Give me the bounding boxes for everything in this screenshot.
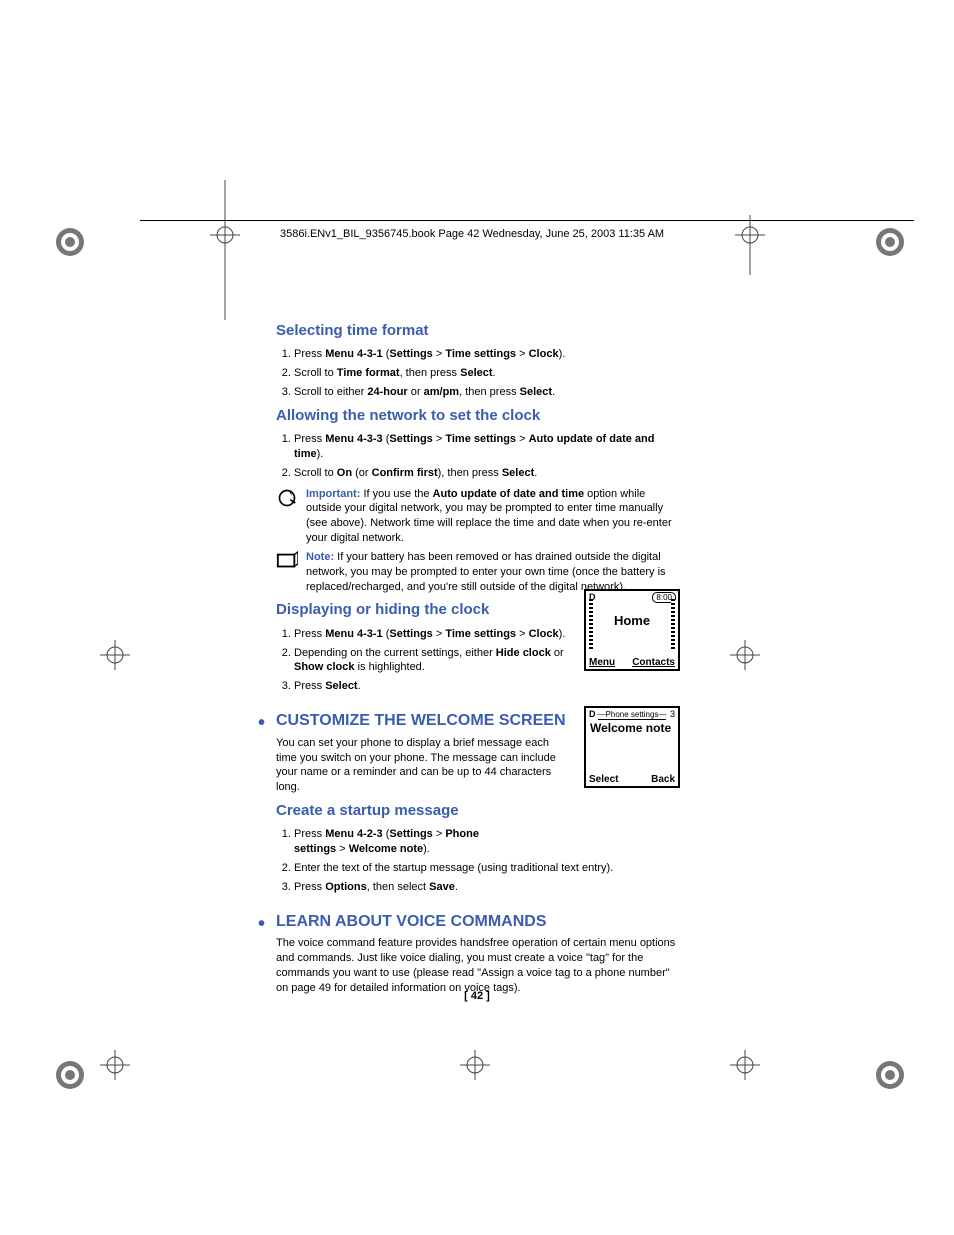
list-item: Scroll to either 24-hour or am/pm, then …: [294, 385, 682, 400]
heading-allowing-network: Allowing the network to set the clock: [276, 406, 682, 426]
heading-selecting-time-format: Selecting time format: [276, 321, 682, 341]
registration-mark-icon: [870, 1055, 910, 1095]
fig-softkey-menu: Menu: [589, 657, 615, 668]
phone-figure-welcome-note: D —Phone settings— 3 Welcome note Select…: [584, 706, 680, 788]
note-icon: [276, 551, 298, 571]
important-label: Important:: [306, 488, 360, 500]
list-item: Press Menu 4-3-1 (Settings > Time settin…: [294, 347, 682, 362]
phone-figure-home-screen: D 8:00 Home Menu Contacts: [584, 589, 680, 671]
crosshair-icon: [100, 1050, 130, 1080]
important-block: Important: If you use the Auto update of…: [276, 487, 682, 546]
list-item: Press Menu 4-2-3 (Settings > Phone setti…: [294, 827, 524, 857]
registration-mark-icon: [870, 222, 910, 262]
heading-voice-commands: LEARN ABOUT VOICE COMMANDS: [276, 911, 682, 933]
fig-softkey-back: Back: [651, 774, 675, 785]
list-item: Scroll to On (or Confirm first), then pr…: [294, 466, 682, 481]
crosshair-icon: [460, 1050, 490, 1080]
note-label: Note:: [306, 551, 334, 563]
crosshair-icon: [100, 640, 130, 670]
list-item: Press Menu 4-3-3 (Settings > Time settin…: [294, 432, 682, 462]
voice-intro: The voice command feature provides hands…: [276, 936, 682, 995]
steps-create-startup: Press Menu 4-2-3 (Settings > Phone setti…: [276, 827, 682, 894]
list-item: Enter the text of the startup message (u…: [294, 861, 682, 876]
list-item: Press Options, then select Save.: [294, 880, 682, 895]
fig-home-label: Home: [586, 613, 678, 628]
crosshair-icon: [735, 215, 765, 275]
running-header: 3586i.ENv1_BIL_9356745.book Page 42 Wedn…: [280, 228, 664, 240]
registration-mark-icon: [50, 1055, 90, 1095]
crosshair-icon: [210, 180, 240, 320]
header-rule: [140, 220, 914, 221]
crosshair-icon: [730, 640, 760, 670]
steps-allowing-network: Press Menu 4-3-3 (Settings > Time settin…: [276, 432, 682, 481]
fig-softkey-select: Select: [589, 774, 618, 785]
list-item: Depending on the current settings, eithe…: [294, 646, 584, 676]
list-item: Press Menu 4-3-1 (Settings > Time settin…: [294, 627, 584, 642]
fig-softkey-contacts: Contacts: [632, 657, 675, 668]
crosshair-icon: [730, 1050, 760, 1080]
list-item: Press Select.: [294, 679, 584, 694]
customize-intro: You can set your phone to display a brie…: [276, 736, 566, 795]
fig-welcome-note-title: Welcome note: [590, 721, 671, 735]
list-item: Scroll to Time format, then press Select…: [294, 366, 682, 381]
page-number: [ 42 ]: [0, 990, 954, 1002]
note-block: Note: If your battery has been removed o…: [276, 550, 682, 595]
fig-header: —Phone settings—: [586, 710, 678, 719]
fig-page-num: 3: [670, 709, 675, 719]
steps-display-hide: Press Menu 4-3-1 (Settings > Time settin…: [276, 627, 584, 694]
steps-selecting-time-format: Press Menu 4-3-1 (Settings > Time settin…: [276, 347, 682, 400]
important-icon: [276, 488, 298, 508]
registration-mark-icon: [50, 222, 90, 262]
heading-create-startup: Create a startup message: [276, 801, 682, 821]
